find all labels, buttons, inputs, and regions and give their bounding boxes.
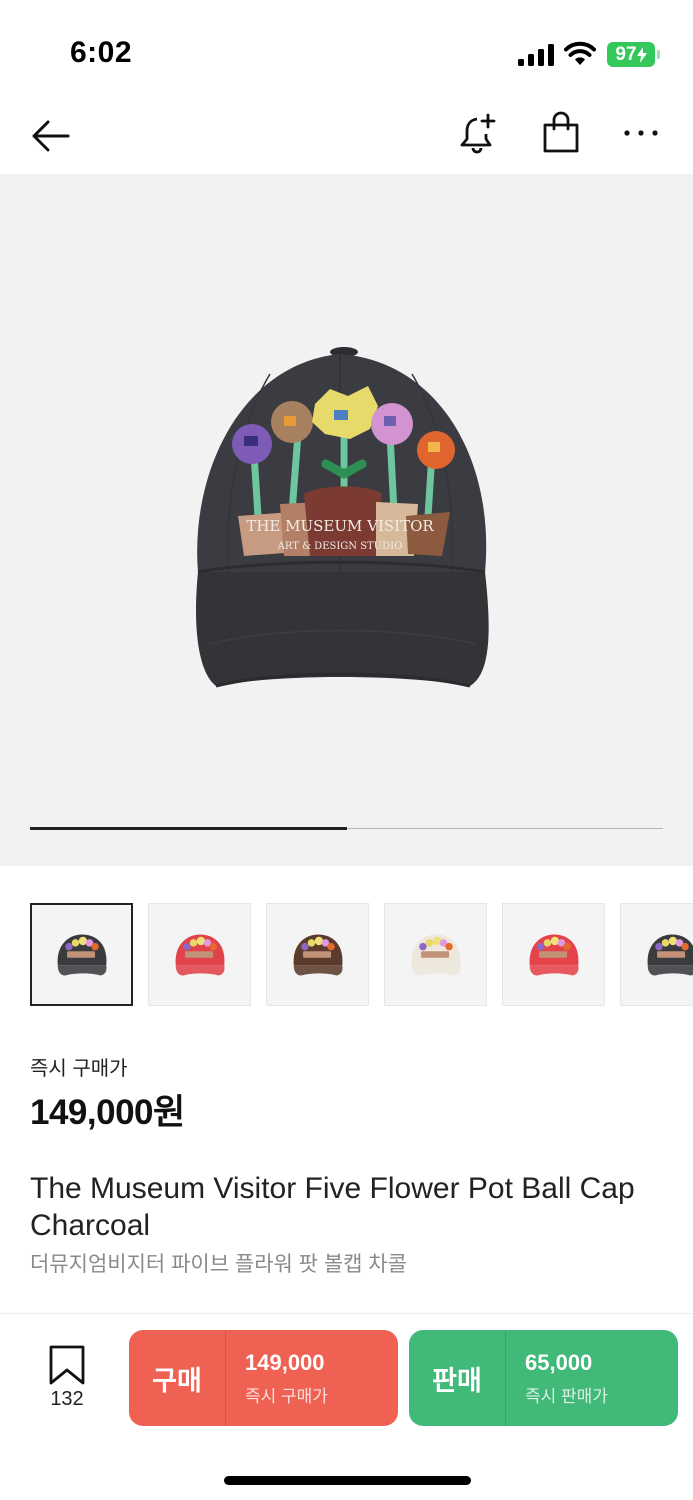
wifi-icon: [564, 41, 596, 65]
buy-button-subtitle: 즉시 구매가: [245, 1387, 328, 1406]
instant-buy-price-label: 즉시 구매가: [30, 1058, 128, 1080]
cellular-signal-icon: [518, 44, 554, 66]
wishlist-button[interactable]: 132: [44, 1344, 90, 1414]
thumbnail-cream[interactable]: [384, 903, 487, 1006]
gallery-progress-bar: [30, 827, 347, 830]
product-image-gallery[interactable]: THE MUSEUM VISITOR ART & DESIGN STUDIO: [0, 174, 693, 866]
status-bar: 6:02 97: [0, 0, 693, 100]
instant-buy-price: 149,000원: [30, 1093, 185, 1132]
product-image: THE MUSEUM VISITOR ART & DESIGN STUDIO: [196, 347, 489, 688]
sell-button-divider: [505, 1330, 506, 1426]
bookmark-icon: [49, 1345, 85, 1385]
cap-thumbnail-icon: [647, 933, 693, 976]
cap-thumbnail-icon: [411, 933, 460, 976]
shopping-bag-icon: [543, 111, 579, 153]
product-subtitle: 더뮤지엄비지터 파이브 플라워 팟 볼캡 차콜: [30, 1253, 407, 1276]
cap-thumbnail-icon: [293, 933, 342, 976]
thumbnail-brown[interactable]: [266, 903, 369, 1006]
home-indicator: [224, 1476, 471, 1485]
cap-thumbnail-icon: [175, 933, 224, 976]
bell-plus-icon: [460, 113, 496, 154]
battery-level: 97: [615, 43, 637, 65]
wishlist-count: 132: [50, 1388, 84, 1410]
more-options-button[interactable]: [618, 110, 664, 156]
battery-indicator: 97: [607, 42, 655, 67]
top-nav-bar: [0, 100, 693, 172]
shopping-bag-button[interactable]: [538, 110, 584, 156]
cap-thumbnail-icon: [529, 933, 578, 976]
cap-thumbnail-icon: [57, 933, 106, 976]
thumbnail-strip[interactable]: [30, 903, 693, 1007]
status-time: 6:02: [70, 36, 133, 69]
battery-nub: [657, 50, 660, 59]
charging-bolt-icon: [636, 46, 647, 63]
cap-embroidery-line1: THE MUSEUM VISITOR: [246, 517, 434, 535]
arrow-left-icon: [32, 120, 70, 152]
more-horizontal-icon: [624, 130, 658, 136]
sell-button-price: 65,000: [525, 1350, 593, 1375]
back-button[interactable]: [28, 113, 74, 159]
product-title: The Museum Visitor Five Flower Pot Ball …: [30, 1172, 635, 1242]
thumbnail-red[interactable]: [148, 903, 251, 1006]
buy-button-price: 149,000: [245, 1350, 325, 1375]
thumbnail-charcoal[interactable]: [620, 903, 693, 1006]
buy-button-divider: [225, 1330, 226, 1426]
sell-button-subtitle: 즉시 판매가: [525, 1387, 608, 1406]
bottom-action-bar: 132 구매 149,000 즉시 구매가 판매 65,000 즉시 판매가: [0, 1313, 693, 1500]
sell-button-label: 판매: [432, 1365, 482, 1396]
thumbnail-charcoal[interactable]: [30, 903, 133, 1006]
thumbnail-red[interactable]: [502, 903, 605, 1006]
cap-embroidery-line2: ART & DESIGN STUDIO: [277, 541, 403, 552]
buy-button[interactable]: 구매 149,000 즉시 구매가: [129, 1330, 398, 1426]
buy-button-label: 구매: [152, 1365, 202, 1396]
sell-button[interactable]: 판매 65,000 즉시 판매가: [409, 1330, 678, 1426]
price-alert-button[interactable]: [456, 110, 502, 156]
